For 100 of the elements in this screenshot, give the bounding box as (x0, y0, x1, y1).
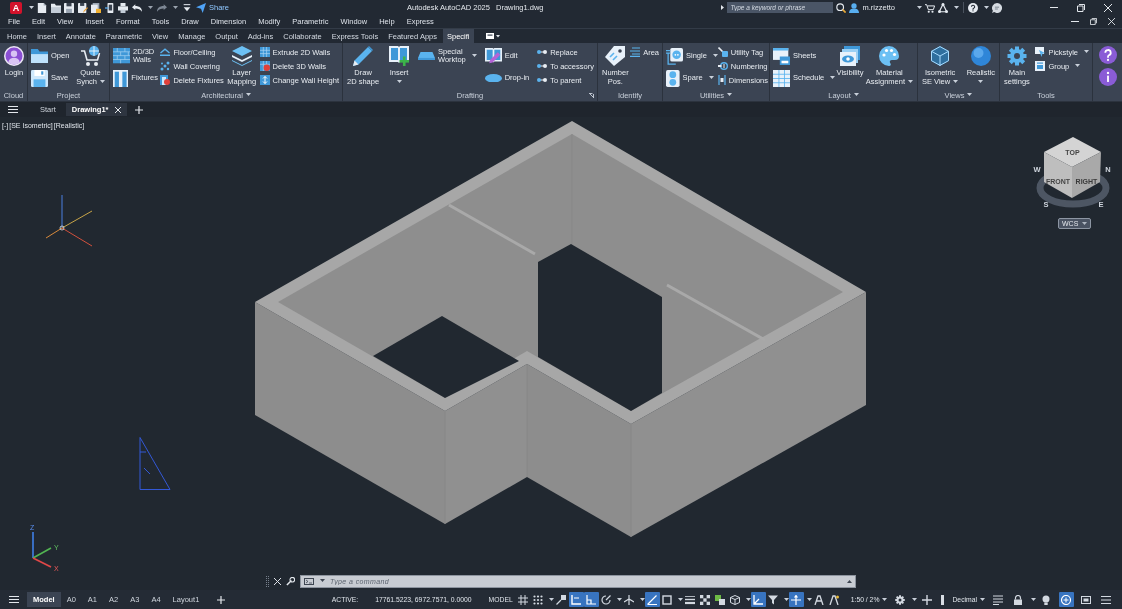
network-nodes-icon[interactable] (938, 2, 948, 13)
restore-icon (1077, 3, 1086, 12)
cross-arrow-icon (791, 594, 802, 605)
status-toggle-button[interactable] (919, 592, 935, 607)
add-icon[interactable] (134, 105, 143, 114)
status-toggle-button[interactable] (598, 592, 614, 607)
caret-up-icon[interactable] (847, 579, 852, 583)
cursor-frame-icon (1035, 47, 1046, 57)
right-angle-icon (586, 594, 597, 605)
status-toggle-button[interactable] (727, 592, 743, 607)
status-toggle-button[interactable] (1058, 592, 1074, 607)
save-as-icon[interactable] (77, 2, 88, 13)
status-toggle-button[interactable] (990, 592, 1006, 607)
add-icon[interactable] (217, 595, 226, 604)
door-frame-icon (113, 69, 129, 87)
linked-dots-icon (537, 77, 548, 83)
vertical-arrows-icon (259, 75, 270, 85)
search-icon[interactable] (836, 2, 847, 13)
caret-icon (980, 597, 985, 601)
menu-icon[interactable] (9, 596, 19, 603)
grid-dot-icon (259, 61, 270, 71)
layers-icon (231, 46, 252, 66)
help-icon[interactable] (968, 2, 978, 13)
window-bars-icon (1035, 61, 1046, 71)
dropdown-bar-icon[interactable] (181, 2, 192, 13)
status-toggle-button[interactable] (892, 592, 908, 607)
settings-icon (894, 594, 905, 605)
square-icon (662, 594, 673, 605)
lock-icon (1013, 594, 1023, 605)
open-folder-icon[interactable] (50, 2, 61, 13)
book-pencil-icon (484, 48, 502, 64)
close-icon[interactable] (1108, 18, 1115, 25)
cube-outline-icon (730, 594, 741, 605)
send-icon (196, 2, 206, 13)
cart-icon[interactable] (925, 2, 935, 13)
folder-icon (31, 48, 48, 64)
caret-right-icon[interactable] (721, 5, 725, 10)
corner-line-icon (571, 594, 582, 605)
plug-ring-icon (717, 61, 728, 71)
print-icon[interactable] (118, 2, 128, 13)
info-icon[interactable] (1098, 68, 1117, 86)
save-icon[interactable] (64, 2, 74, 13)
status-toggle-button[interactable] (826, 592, 842, 607)
list-icon (993, 594, 1003, 605)
cart-globe-icon (80, 46, 101, 66)
caret-icon (28, 5, 34, 9)
sheet-stack-icon[interactable] (91, 2, 101, 13)
cursor-square-icon (556, 594, 567, 605)
grid-icon (518, 594, 529, 605)
lines-icon (630, 47, 641, 57)
axis-tripod-icon (45, 194, 93, 248)
circle-plus-icon (1061, 594, 1071, 605)
thick-lines-icon (685, 594, 696, 605)
stacked-squares-icon (715, 594, 726, 605)
corner-arrow-icon[interactable] (589, 92, 594, 98)
redo-icon[interactable] (156, 2, 167, 13)
plug-bars-icon (717, 75, 726, 85)
new-file-icon[interactable] (37, 2, 47, 13)
status-toggle-button[interactable] (712, 592, 728, 607)
caret-icon (917, 5, 922, 9)
wrench-icon[interactable] (286, 576, 295, 586)
cube-icon (931, 46, 950, 66)
undo-icon[interactable] (131, 2, 142, 13)
status-toggle-button[interactable] (811, 592, 827, 607)
rectangle-caret-icon[interactable] (485, 33, 500, 39)
status-toggle-button[interactable] (530, 592, 546, 607)
chat-bubble-icon[interactable] (992, 2, 1002, 13)
help-icon[interactable] (1098, 46, 1117, 64)
tripod-lines-icon (624, 594, 635, 605)
palette-icon (879, 46, 900, 66)
caret-icon (984, 5, 989, 9)
grid-icon (259, 47, 270, 57)
close-icon (1104, 3, 1113, 12)
app-logo-button[interactable]: A (10, 1, 22, 14)
grip-icon (266, 575, 269, 587)
status-toggle-button[interactable] (750, 592, 766, 607)
caret-icon (148, 5, 153, 9)
status-toggle-button[interactable] (644, 592, 660, 607)
status-toggle-button[interactable] (697, 592, 713, 607)
caret-icon (320, 579, 325, 582)
menu-icon[interactable] (8, 106, 18, 113)
caret-icon (967, 93, 973, 96)
status-toggle-button[interactable] (568, 592, 584, 607)
caret-icon (245, 93, 251, 96)
eye-frames-icon (840, 46, 861, 66)
prompt-icon[interactable] (304, 577, 314, 585)
book-plus-icon (389, 46, 410, 66)
save-icon (31, 69, 48, 87)
restore-icon[interactable] (1090, 18, 1097, 25)
plus-icon (921, 594, 932, 605)
linked-dots-icon (537, 63, 548, 69)
status-toggle-button[interactable] (788, 592, 804, 607)
user-avatar-icon (4, 46, 24, 66)
close-icon[interactable] (274, 577, 281, 585)
caret-icon (853, 93, 859, 96)
status-toggle-button[interactable] (659, 592, 675, 607)
minimize-icon (1050, 7, 1059, 8)
status-toggle-button[interactable] (621, 592, 637, 607)
status-toggle-button[interactable] (515, 592, 531, 607)
caret-icon (882, 597, 888, 601)
